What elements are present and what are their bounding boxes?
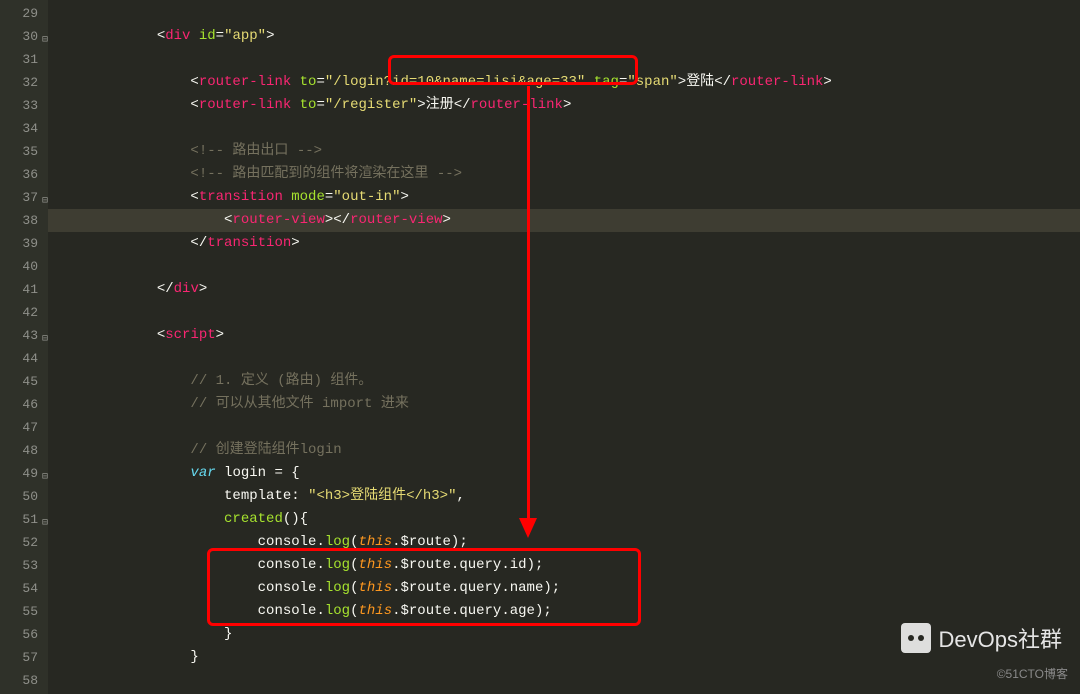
line-number: 38 [6, 209, 38, 232]
code-line[interactable]: <!-- 路由匹配到的组件将渲染在这里 --> [48, 163, 1080, 186]
line-number: 54 [6, 577, 38, 600]
code-line[interactable]: <transition mode="out-in"> [48, 186, 1080, 209]
fold-icon[interactable]: ⊟ [38, 190, 48, 200]
wechat-icon [901, 623, 931, 653]
line-number: 58 [6, 669, 38, 692]
line-number: 53 [6, 554, 38, 577]
code-line[interactable]: <div id="app"> [48, 25, 1080, 48]
line-number: 46 [6, 393, 38, 416]
watermark: DevOps社群 [901, 622, 1062, 654]
line-number: 55 [6, 600, 38, 623]
fold-icon[interactable]: ⊟ [38, 512, 48, 522]
line-number: 34 [6, 117, 38, 140]
code-line[interactable]: template: "<h3>登陆组件</h3>", [48, 485, 1080, 508]
watermark-text: DevOps社群 [939, 622, 1062, 654]
line-number: 37⊟ [6, 186, 38, 209]
fold-icon[interactable]: ⊟ [38, 466, 48, 476]
code-line[interactable] [48, 416, 1080, 439]
code-line[interactable] [48, 48, 1080, 71]
line-number: 35 [6, 140, 38, 163]
line-number: 51⊟ [6, 508, 38, 531]
copyright-text: ©51CTO博客 [997, 665, 1068, 682]
code-line[interactable] [48, 255, 1080, 278]
line-number: 41 [6, 278, 38, 301]
line-number-gutter: 2930⊟31323334353637⊟383940414243⊟4445464… [0, 0, 48, 694]
code-line[interactable]: created(){ [48, 508, 1080, 531]
code-line[interactable]: console.log(this.$route.query.id); [48, 554, 1080, 577]
line-number: 57 [6, 646, 38, 669]
code-line[interactable] [48, 347, 1080, 370]
code-line[interactable]: console.log(this.$route); [48, 531, 1080, 554]
code-line[interactable]: console.log(this.$route.query.age); [48, 600, 1080, 623]
line-number: 32 [6, 71, 38, 94]
code-line[interactable]: <!-- 路由出口 --> [48, 140, 1080, 163]
line-number: 36 [6, 163, 38, 186]
code-line[interactable]: // 创建登陆组件login [48, 439, 1080, 462]
code-line[interactable]: </div> [48, 278, 1080, 301]
line-number: 50 [6, 485, 38, 508]
code-line[interactable]: </transition> [48, 232, 1080, 255]
code-line[interactable] [48, 2, 1080, 25]
code-line[interactable]: // 可以从其他文件 import 进来 [48, 393, 1080, 416]
code-line[interactable]: <router-link to="/login?id=10&name=lisi&… [48, 71, 1080, 94]
line-number: 43⊟ [6, 324, 38, 347]
code-area[interactable]: <div id="app"> <router-link to="/login?i… [48, 0, 1080, 694]
line-number: 39 [6, 232, 38, 255]
code-line[interactable]: <router-link to="/register">注册</router-l… [48, 94, 1080, 117]
fold-icon[interactable]: ⊟ [38, 29, 48, 39]
code-line[interactable] [48, 117, 1080, 140]
line-number: 48 [6, 439, 38, 462]
line-number: 33 [6, 94, 38, 117]
code-line[interactable]: <script> [48, 324, 1080, 347]
line-number: 30⊟ [6, 25, 38, 48]
line-number: 31 [6, 48, 38, 71]
line-number: 44 [6, 347, 38, 370]
line-number: 52 [6, 531, 38, 554]
line-number: 42 [6, 301, 38, 324]
line-number: 49⊟ [6, 462, 38, 485]
code-line[interactable] [48, 301, 1080, 324]
code-line[interactable]: // 1. 定义 (路由) 组件。 [48, 370, 1080, 393]
fold-icon[interactable]: ⊟ [38, 328, 48, 338]
code-line[interactable]: console.log(this.$route.query.name); [48, 577, 1080, 600]
code-line[interactable]: <router-view></router-view> [48, 209, 1080, 232]
code-editor: 2930⊟31323334353637⊟383940414243⊟4445464… [0, 0, 1080, 694]
line-number: 40 [6, 255, 38, 278]
line-number: 47 [6, 416, 38, 439]
line-number: 29 [6, 2, 38, 25]
code-line[interactable] [48, 669, 1080, 692]
line-number: 56 [6, 623, 38, 646]
line-number: 45 [6, 370, 38, 393]
code-line[interactable]: var login = { [48, 462, 1080, 485]
